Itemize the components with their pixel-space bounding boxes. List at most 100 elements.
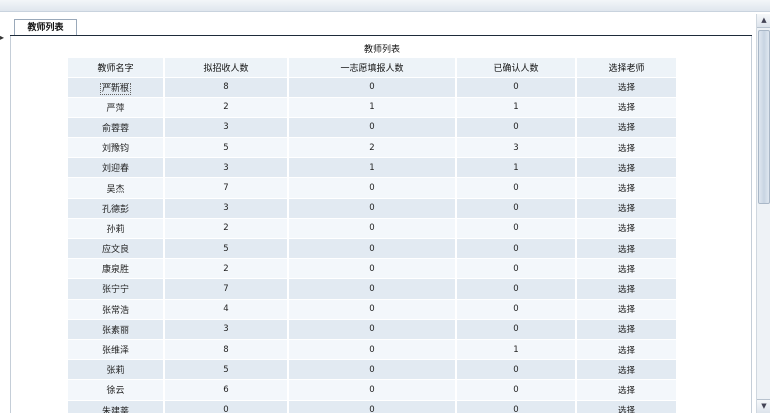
tab-teacher-list[interactable]: 教师列表 xyxy=(14,19,77,36)
cell-first-choice-count-cell: 0 xyxy=(288,318,457,340)
select-teacher-link[interactable]: 选择 xyxy=(618,346,635,356)
cell-confirmed-count: 0 xyxy=(513,283,519,294)
cell-first-choice-count: 0 xyxy=(369,384,375,395)
scrollbar-thumb[interactable] xyxy=(758,30,770,204)
select-teacher-link-cell[interactable]: 选择 xyxy=(576,237,678,259)
select-teacher-link[interactable]: 选择 xyxy=(618,184,635,194)
cell-planned-count-cell: 3 xyxy=(164,197,289,219)
cell-planned-count-cell: 3 xyxy=(164,157,289,178)
cell-planned-count-cell: 5 xyxy=(164,359,289,380)
select-teacher-link-cell[interactable]: 选择 xyxy=(576,217,678,239)
select-teacher-link-cell[interactable]: 选择 xyxy=(576,278,678,300)
cell-first-choice-count-cell: 0 xyxy=(288,258,457,279)
select-teacher-link[interactable]: 选择 xyxy=(618,123,635,133)
cell-teacher-name: 严萍 xyxy=(106,103,125,114)
cell-confirmed-count: 1 xyxy=(513,102,519,113)
cell-first-choice-count-cell: 1 xyxy=(288,96,457,118)
cell-planned-count-cell: 3 xyxy=(164,318,289,340)
cell-confirmed-count: 0 xyxy=(513,364,519,375)
cell-planned-count-cell: 6 xyxy=(164,379,289,400)
select-teacher-link[interactable]: 选择 xyxy=(618,366,635,376)
select-teacher-link-cell[interactable]: 选择 xyxy=(576,399,678,413)
cell-planned-count: 2 xyxy=(223,263,229,274)
header-teacher-name: 教师名字 xyxy=(68,58,165,77)
cell-first-choice-count: 1 xyxy=(369,162,375,173)
cell-confirmed-count-cell: 0 xyxy=(456,359,577,380)
select-teacher-link[interactable]: 选择 xyxy=(618,305,635,315)
select-teacher-link-cell[interactable]: 选择 xyxy=(576,177,678,199)
cell-teacher-name: 康泉胜 xyxy=(101,265,129,276)
tab-strip: 教师列表 xyxy=(10,19,752,37)
select-teacher-link[interactable]: 选择 xyxy=(618,103,635,113)
cell-confirmed-count: 0 xyxy=(513,324,519,335)
header-first-choice-count: 一志愿填报人数 xyxy=(288,58,457,77)
collapse-arrow-icon[interactable]: ▸ xyxy=(0,34,5,42)
select-teacher-link-cell[interactable]: 选择 xyxy=(576,197,678,219)
cell-teacher-name-cell: 吴杰 xyxy=(68,177,165,199)
cell-first-choice-count: 0 xyxy=(369,304,375,315)
select-teacher-link-cell[interactable]: 选择 xyxy=(576,379,678,400)
cell-confirmed-count-cell: 0 xyxy=(456,298,577,320)
cell-first-choice-count: 0 xyxy=(369,203,375,214)
cell-teacher-name-cell: 严萍 xyxy=(68,96,165,118)
cell-confirmed-count: 0 xyxy=(513,263,519,274)
select-teacher-link[interactable]: 选择 xyxy=(618,224,635,234)
cell-planned-count: 2 xyxy=(223,223,229,234)
cell-planned-count-cell: 7 xyxy=(164,278,289,300)
cell-planned-count: 2 xyxy=(223,102,229,113)
select-teacher-link[interactable]: 选择 xyxy=(618,245,635,255)
cell-planned-count: 0 xyxy=(223,405,229,413)
cell-confirmed-count-cell: 0 xyxy=(456,217,577,239)
select-teacher-link[interactable]: 选择 xyxy=(618,386,635,396)
cell-first-choice-count-cell: 0 xyxy=(288,359,457,380)
cell-first-choice-count-cell: 0 xyxy=(288,399,457,413)
table-row: 张莉 5 0 0 选择 xyxy=(68,359,678,380)
cell-teacher-name: 张维泽 xyxy=(101,346,129,357)
cell-first-choice-count-cell: 2 xyxy=(288,137,457,158)
select-teacher-link-cell[interactable]: 选择 xyxy=(576,338,678,360)
select-teacher-link[interactable]: 选择 xyxy=(618,164,635,174)
table-row: 严新根 8 0 0 选择 xyxy=(68,76,678,98)
select-teacher-link-cell[interactable]: 选择 xyxy=(576,298,678,320)
select-teacher-link-cell[interactable]: 选择 xyxy=(576,318,678,340)
cell-planned-count-cell: 2 xyxy=(164,96,289,118)
select-teacher-link-cell[interactable]: 选择 xyxy=(576,96,678,118)
arrow-down-icon[interactable]: ▼ xyxy=(757,399,770,413)
cell-teacher-name: 孔德彭 xyxy=(101,204,129,215)
select-teacher-link-cell[interactable]: 选择 xyxy=(576,116,678,138)
table-row: 孙莉 2 0 0 选择 xyxy=(68,217,678,239)
cell-confirmed-count-cell: 0 xyxy=(456,399,577,413)
select-teacher-link[interactable]: 选择 xyxy=(618,285,635,295)
table-row: 俞蓉蓉 3 0 0 选择 xyxy=(68,116,678,138)
cell-planned-count: 6 xyxy=(223,384,229,395)
vertical-scrollbar[interactable]: ▲ ▼ xyxy=(756,14,770,413)
cell-teacher-name-cell: 朱建莘 xyxy=(68,399,165,413)
table-row: 吴杰 7 0 0 选择 xyxy=(68,177,678,199)
select-teacher-link[interactable]: 选择 xyxy=(618,265,635,275)
cell-confirmed-count-cell: 0 xyxy=(456,197,577,219)
select-teacher-link-cell[interactable]: 选择 xyxy=(576,359,678,380)
cell-teacher-name-cell: 张常浩 xyxy=(68,298,165,320)
window-top-bar xyxy=(0,0,770,12)
select-teacher-link-cell[interactable]: 选择 xyxy=(576,157,678,178)
table-row: 刘豫钧 5 2 3 选择 xyxy=(68,137,678,158)
select-teacher-link-cell[interactable]: 选择 xyxy=(576,137,678,158)
cell-first-choice-count-cell: 1 xyxy=(288,157,457,178)
cell-planned-count: 7 xyxy=(223,183,229,194)
cell-first-choice-count: 0 xyxy=(369,82,375,93)
select-teacher-link[interactable]: 选择 xyxy=(618,144,635,154)
select-teacher-link[interactable]: 选择 xyxy=(618,325,635,335)
cell-confirmed-count: 0 xyxy=(513,203,519,214)
select-teacher-link-cell[interactable]: 选择 xyxy=(576,258,678,279)
table-row: 严萍 2 1 1 选择 xyxy=(68,96,678,118)
table-row: 张素丽 3 0 0 选择 xyxy=(68,318,678,340)
arrow-up-icon[interactable]: ▲ xyxy=(757,14,770,28)
cell-confirmed-count-cell: 1 xyxy=(456,96,577,118)
select-teacher-link[interactable]: 选择 xyxy=(618,406,635,413)
cell-confirmed-count-cell: 0 xyxy=(456,258,577,279)
cell-first-choice-count: 2 xyxy=(369,142,375,153)
select-teacher-link-cell[interactable]: 选择 xyxy=(576,76,678,98)
select-teacher-link[interactable]: 选择 xyxy=(618,204,635,214)
select-teacher-link[interactable]: 选择 xyxy=(618,83,635,93)
table-row: 徐云 6 0 0 选择 xyxy=(68,379,678,400)
